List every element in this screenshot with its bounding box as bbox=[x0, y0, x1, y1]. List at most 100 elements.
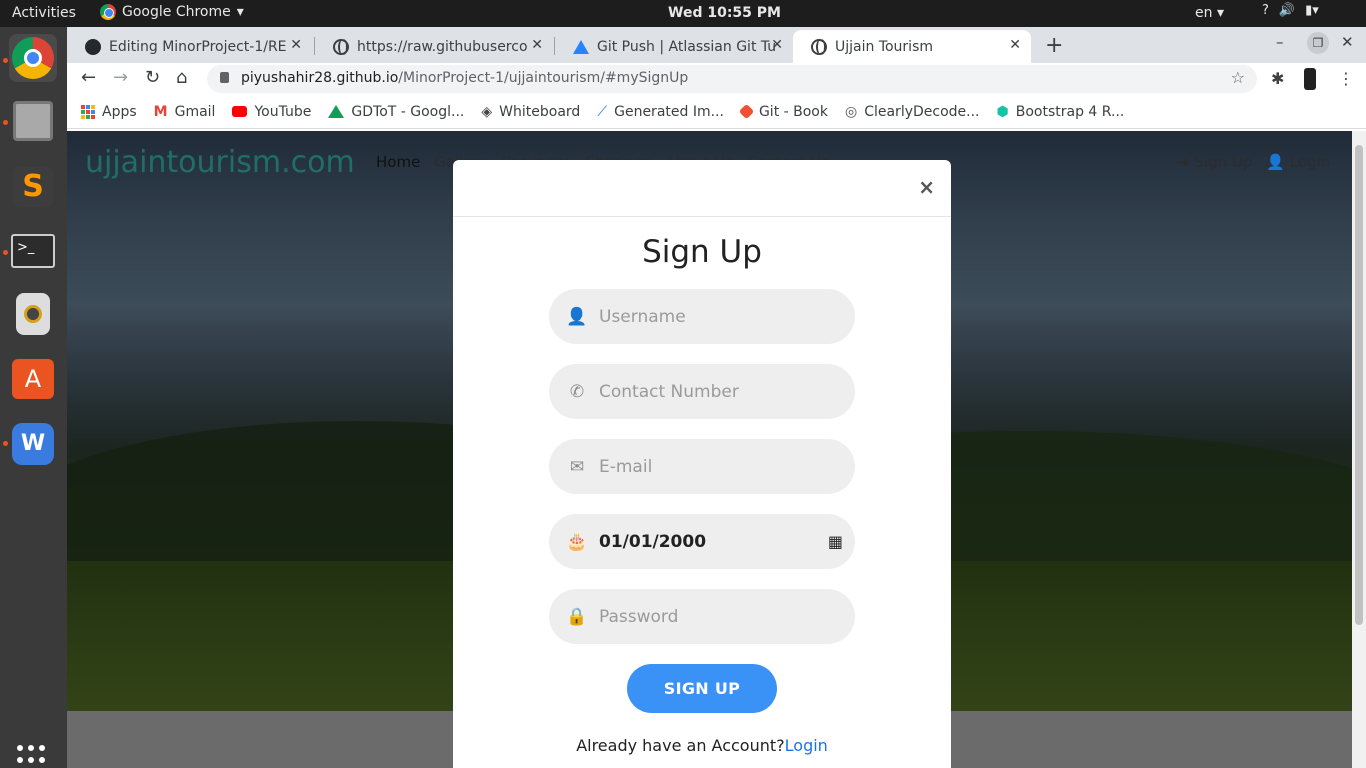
gmail-icon: M bbox=[153, 103, 168, 120]
bookmark-apps[interactable]: Apps bbox=[81, 104, 137, 120]
close-icon[interactable]: ✕ bbox=[771, 37, 783, 53]
dock-chrome[interactable] bbox=[9, 34, 57, 82]
bookmark-git-book[interactable]: Git - Book bbox=[738, 103, 828, 120]
github-icon bbox=[85, 38, 101, 55]
app-menu[interactable]: Google Chrome ▾ bbox=[100, 4, 244, 20]
restore-icon[interactable]: ❐ bbox=[1307, 32, 1329, 54]
tab-title: Editing MinorProject-1/RE bbox=[109, 38, 287, 55]
lock-icon[interactable] bbox=[220, 72, 229, 83]
nav-login-label: Login bbox=[1289, 153, 1331, 171]
git-icon bbox=[738, 103, 755, 120]
mail-icon: ✉ bbox=[569, 456, 585, 477]
dock-wps[interactable]: W bbox=[9, 420, 57, 468]
bookmark-star-icon[interactable]: ☆ bbox=[1231, 68, 1245, 87]
lock-icon: 🔒 bbox=[566, 606, 588, 627]
chrome-window: Editing MinorProject-1/RE ✕ https://raw.… bbox=[67, 27, 1366, 768]
extensions-icon[interactable]: ✱ bbox=[1271, 69, 1284, 88]
clearlydecoded-icon: ◎ bbox=[844, 103, 858, 120]
reload-icon[interactable]: ↻ bbox=[145, 67, 160, 88]
bookmark-generated-images[interactable]: ⟋ Generated Im... bbox=[597, 104, 724, 120]
terminal-icon: >_ bbox=[11, 234, 55, 268]
bookmark-gdtot[interactable]: GDToT - Googl... bbox=[328, 104, 464, 120]
youtube-icon bbox=[232, 106, 248, 117]
battery-icon[interactable]: ▮▾ bbox=[1305, 3, 1319, 18]
volume-icon[interactable]: 🔊 bbox=[1279, 3, 1295, 18]
close-icon[interactable]: × bbox=[918, 175, 935, 199]
menu-icon[interactable]: ⋮ bbox=[1338, 69, 1354, 88]
tab-strip: Editing MinorProject-1/RE ✕ https://raw.… bbox=[67, 27, 1366, 63]
bookmark-label: Bootstrap 4 R... bbox=[1015, 103, 1125, 120]
clock[interactable]: Wed 10:55 PM bbox=[668, 5, 781, 21]
password-input[interactable]: 🔒 Password bbox=[549, 589, 855, 644]
email-input[interactable]: ✉ E-mail bbox=[549, 439, 855, 494]
page-scrollbar[interactable] bbox=[1352, 131, 1366, 768]
bookmark-clearlydecoded[interactable]: ◎ ClearlyDecode... bbox=[845, 104, 980, 120]
google-drive-icon bbox=[328, 105, 345, 118]
signup-button[interactable]: SIGN UP bbox=[627, 664, 777, 713]
activities-button[interactable]: Activities bbox=[12, 5, 76, 21]
new-tab-icon[interactable]: + bbox=[1045, 33, 1063, 58]
bookmark-label: Apps bbox=[102, 103, 137, 120]
running-indicator bbox=[3, 250, 8, 255]
system-top-bar: Activities Google Chrome ▾ Wed 10:55 PM … bbox=[0, 0, 1366, 27]
bookmark-label: Gmail bbox=[174, 103, 216, 120]
modal-title: Sign Up bbox=[642, 234, 762, 270]
back-icon[interactable]: ← bbox=[81, 67, 96, 88]
chevron-down-icon: ▾ bbox=[236, 4, 244, 20]
sublime-text-icon: S bbox=[13, 167, 53, 207]
site-logo[interactable]: ujjaintourism.com bbox=[85, 145, 355, 180]
browser-toolbar: ← → ↻ ⌂ piyushahir28.github.io/MinorProj… bbox=[67, 63, 1366, 95]
close-icon[interactable]: ✕ bbox=[531, 37, 543, 53]
tab-github[interactable]: Editing MinorProject-1/RE ✕ bbox=[67, 30, 312, 63]
help-icon[interactable]: ? bbox=[1262, 3, 1269, 18]
url-text[interactable]: piyushahir28.github.io/MinorProject-1/uj… bbox=[241, 70, 688, 86]
close-icon[interactable]: ✕ bbox=[1009, 37, 1021, 53]
extension-icon[interactable] bbox=[1304, 68, 1316, 90]
close-window-icon[interactable]: ✕ bbox=[1341, 33, 1354, 51]
close-icon[interactable]: ✕ bbox=[290, 37, 302, 53]
dock-software[interactable]: A bbox=[9, 355, 57, 403]
dob-input[interactable]: 🎂 01/01/2000 ▦ bbox=[549, 514, 855, 569]
bookmark-whiteboard[interactable]: ◈ Whiteboard bbox=[481, 104, 580, 120]
nav-login[interactable]: 👤 Login bbox=[1266, 153, 1330, 171]
tab-ujjain-tourism[interactable]: Ujjain Tourism ✕ bbox=[793, 30, 1031, 63]
bookmark-bootstrap[interactable]: ⬢ Bootstrap 4 R... bbox=[997, 104, 1125, 120]
bookmark-label: Whiteboard bbox=[499, 103, 581, 120]
running-indicator bbox=[3, 441, 8, 446]
home-icon[interactable]: ⌂ bbox=[176, 67, 187, 88]
running-indicator bbox=[3, 58, 8, 63]
calendar-icon[interactable]: ▦ bbox=[828, 532, 843, 551]
dock-rhythmbox[interactable] bbox=[9, 290, 57, 338]
scrollbar-thumb[interactable] bbox=[1355, 145, 1363, 625]
dock-sublime[interactable]: S bbox=[9, 163, 57, 211]
contact-number-input[interactable]: ✆ Contact Number bbox=[549, 364, 855, 419]
input-language[interactable]: en ▾ bbox=[1195, 5, 1224, 21]
nav-signup[interactable]: ➜ Sign Up bbox=[1177, 153, 1252, 171]
dock-files[interactable] bbox=[9, 97, 57, 145]
bookmark-label: YouTube bbox=[254, 103, 312, 120]
system-tray[interactable]: ? 🔊 ▮▾ bbox=[1262, 3, 1319, 18]
tab-atlassian[interactable]: Git Push | Atlassian Git Tu ✕ bbox=[555, 30, 793, 63]
running-indicator bbox=[3, 120, 8, 125]
forward-icon[interactable]: → bbox=[113, 67, 128, 88]
bookmark-gmail[interactable]: M Gmail bbox=[154, 104, 216, 120]
minimize-icon[interactable]: – bbox=[1276, 33, 1284, 51]
bookmark-youtube[interactable]: YouTube bbox=[232, 104, 311, 120]
login-prompt: Already have an Account?Login bbox=[453, 736, 951, 755]
username-input[interactable]: 👤 Username bbox=[549, 289, 855, 344]
show-applications-icon[interactable] bbox=[17, 745, 49, 768]
tab-title: Ujjain Tourism bbox=[835, 38, 934, 55]
page-viewport: ujjaintourism.com Home Gallery Packages … bbox=[67, 131, 1366, 768]
tab-title: https://raw.githubuserco bbox=[357, 38, 528, 55]
input-language-label: en bbox=[1195, 5, 1213, 21]
login-link[interactable]: Login bbox=[785, 736, 828, 755]
tab-raw-github[interactable]: https://raw.githubuserco ✕ bbox=[315, 30, 553, 63]
nav-home[interactable]: Home bbox=[376, 153, 420, 171]
password-placeholder: Password bbox=[599, 606, 679, 627]
bootstrap-icon: ⬢ bbox=[996, 103, 1009, 120]
dock-terminal[interactable]: >_ bbox=[9, 227, 57, 275]
atlassian-icon bbox=[573, 39, 589, 54]
bookmark-label: GDToT - Googl... bbox=[351, 103, 465, 120]
username-placeholder: Username bbox=[599, 306, 686, 327]
address-bar[interactable]: piyushahir28.github.io/MinorProject-1/uj… bbox=[207, 65, 1257, 93]
